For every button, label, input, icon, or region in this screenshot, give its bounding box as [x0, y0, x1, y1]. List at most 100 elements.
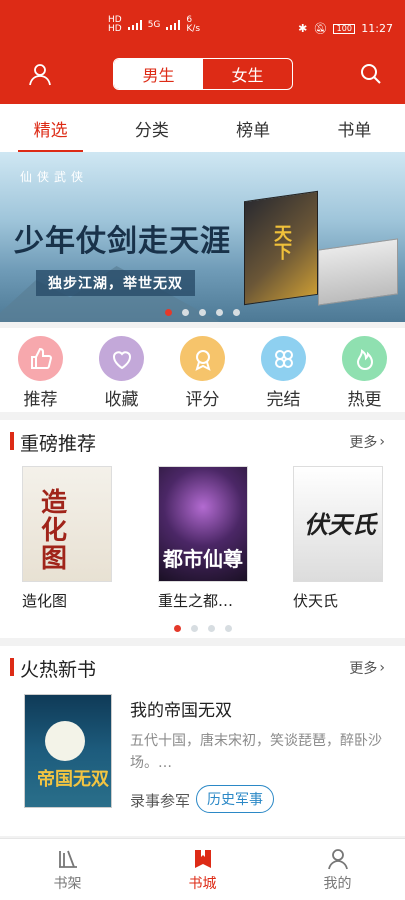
- banner-title: 少年仗剑走天涯: [14, 224, 231, 259]
- status-left: HD HD 5G 6 K/s: [108, 16, 200, 34]
- new-books-header: 火热新书 更多 ›: [0, 646, 405, 688]
- section-accent-bar: [10, 658, 14, 676]
- banner-dot[interactable]: [233, 309, 240, 316]
- book-card[interactable]: 伏天氏 伏天氏: [293, 466, 383, 611]
- signal-icon: [127, 20, 142, 30]
- status-time: 11:27: [361, 22, 393, 35]
- tab-categories[interactable]: 分类: [101, 104, 202, 152]
- status-right: ✱ 🔕︎ 100 11:27: [298, 22, 393, 35]
- more-label: 更多: [349, 435, 378, 451]
- chevron-right-icon: ›: [379, 660, 385, 676]
- banner-dot[interactable]: [165, 309, 172, 316]
- book-card[interactable]: 都市仙尊 重生之都…: [158, 466, 248, 611]
- banner-book-name: 天下: [271, 224, 292, 260]
- new-book-author: 录事参军: [130, 792, 191, 810]
- featured-section: 重磅推荐 更多 › 造化图 造化图 都市仙尊 重生之都… 伏天氏 伏天氏: [0, 420, 405, 638]
- cover-moon: [45, 721, 85, 761]
- banner-dot[interactable]: [216, 309, 223, 316]
- bottom-navigation: 书架 书城 我的: [0, 838, 405, 900]
- mute-icon: 🔕︎: [313, 22, 328, 35]
- medal-icon: [180, 336, 225, 381]
- quick-link-completed[interactable]: 完结: [243, 328, 324, 412]
- book-cover: 都市仙尊: [158, 466, 248, 582]
- status-bar: HD HD 5G 6 K/s ✱ 🔕︎ 100 11:27: [0, 0, 405, 44]
- quick-link-hot-updates[interactable]: 热更: [324, 328, 405, 412]
- featured-dot[interactable]: [207, 625, 215, 632]
- sim2-label: HD: [108, 24, 122, 34]
- quick-links: 推荐 收藏 评分 完结 热更: [0, 328, 405, 412]
- banner-pagination: [0, 309, 405, 316]
- new-book-title: 我的帝国无双: [130, 701, 232, 721]
- new-book-cover: 帝国无双: [24, 694, 112, 808]
- book-title: 伏天氏: [293, 592, 339, 610]
- book-title: 重生之都…: [158, 592, 234, 610]
- nav-bookstore[interactable]: 书城: [135, 839, 270, 900]
- app-header: 男生 女生: [0, 44, 405, 104]
- book-cover: 造化图: [22, 466, 112, 582]
- quick-link-label: 收藏: [104, 390, 139, 410]
- tab-rankings[interactable]: 榜单: [203, 104, 304, 152]
- new-books-section: 火热新书 更多 › 帝国无双 我的帝国无双 五代十国，唐末宋初，笑谈琵琶，醉卧沙…: [0, 646, 405, 836]
- featured-dot[interactable]: [190, 625, 198, 632]
- new-book-genre-tag[interactable]: 历史军事: [196, 785, 274, 813]
- quick-link-recommend[interactable]: 推荐: [0, 328, 81, 412]
- featured-pagination: [0, 625, 405, 632]
- flame-icon: [342, 336, 387, 381]
- nav-bookshelf[interactable]: 书架: [0, 839, 135, 900]
- bluetooth-icon: ✱: [298, 22, 308, 35]
- featured-header: 重磅推荐 更多 ›: [0, 420, 405, 462]
- cover-text: 都市仙尊: [163, 547, 243, 571]
- quick-link-rating[interactable]: 评分: [162, 328, 243, 412]
- featured-more-link[interactable]: 更多 ›: [349, 432, 385, 452]
- nav-label: 书架: [53, 875, 82, 892]
- cover-text: 伏天氏: [304, 510, 376, 539]
- quick-link-label: 评分: [185, 390, 220, 410]
- tab-booklists[interactable]: 书单: [304, 104, 405, 152]
- quick-link-label: 推荐: [23, 390, 58, 410]
- search-icon[interactable]: [359, 62, 383, 86]
- banner-dot[interactable]: [199, 309, 206, 316]
- bookshelf-icon: [58, 850, 77, 868]
- banner-book-stack: [318, 238, 398, 306]
- toggle-female[interactable]: 女生: [203, 59, 292, 89]
- net-speed-unit: K/s: [186, 24, 201, 34]
- user-icon[interactable]: [28, 62, 52, 86]
- tab-featured[interactable]: 精选: [0, 104, 101, 152]
- heart-icon: [99, 336, 144, 381]
- featured-dot[interactable]: [173, 625, 181, 632]
- new-books-more-link[interactable]: 更多 ›: [349, 658, 385, 678]
- net-speed: 6 K/s: [186, 16, 200, 34]
- battery-icon: 100: [333, 23, 356, 34]
- cover-text: 造化图: [41, 488, 68, 574]
- thumbs-up-icon: [18, 336, 63, 381]
- category-tabs: 精选 分类 榜单 书单: [0, 104, 405, 152]
- cover-text: 帝国无双: [37, 769, 109, 790]
- new-books-title: 火热新书: [20, 659, 97, 681]
- clover-icon: [261, 336, 306, 381]
- book-title: 造化图: [22, 592, 68, 610]
- book-card[interactable]: 造化图 造化图: [22, 466, 112, 611]
- nav-profile[interactable]: 我的: [270, 839, 405, 900]
- book-cover: 伏天氏: [293, 466, 383, 582]
- section-accent-bar: [10, 432, 14, 450]
- featured-book-carousel: 造化图 造化图 都市仙尊 重生之都… 伏天氏 伏天氏: [0, 462, 405, 612]
- quick-link-favorites[interactable]: 收藏: [81, 328, 162, 412]
- toggle-male[interactable]: 男生: [114, 59, 203, 89]
- new-book-item[interactable]: 帝国无双 我的帝国无双 五代十国，唐末宋初，笑谈琵琶，醉卧沙场。… 录事参军 历…: [0, 688, 405, 828]
- featured-title: 重磅推荐: [20, 433, 97, 455]
- nav-label: 我的: [323, 875, 352, 892]
- featured-dot[interactable]: [224, 625, 232, 632]
- banner-dot[interactable]: [182, 309, 189, 316]
- network-type: 5G: [147, 19, 161, 30]
- banner-genre: 仙侠武侠: [20, 170, 89, 184]
- profile-icon: [327, 848, 348, 869]
- new-book-description: 五代十国，唐末宋初，笑谈琵琶，醉卧沙场。…: [130, 733, 382, 771]
- quick-link-label: 热更: [347, 390, 382, 410]
- promo-banner[interactable]: 仙侠武侠 少年仗剑走天涯 独步江湖，举世无双 天下: [0, 152, 405, 322]
- chevron-right-icon: ›: [379, 434, 385, 450]
- gender-toggle: 男生 女生: [113, 58, 293, 90]
- banner-subtitle: 独步江湖，举世无双: [36, 270, 195, 296]
- bookstore-icon: [194, 849, 211, 868]
- nav-label: 书城: [188, 875, 217, 892]
- signal2-icon: [166, 20, 181, 30]
